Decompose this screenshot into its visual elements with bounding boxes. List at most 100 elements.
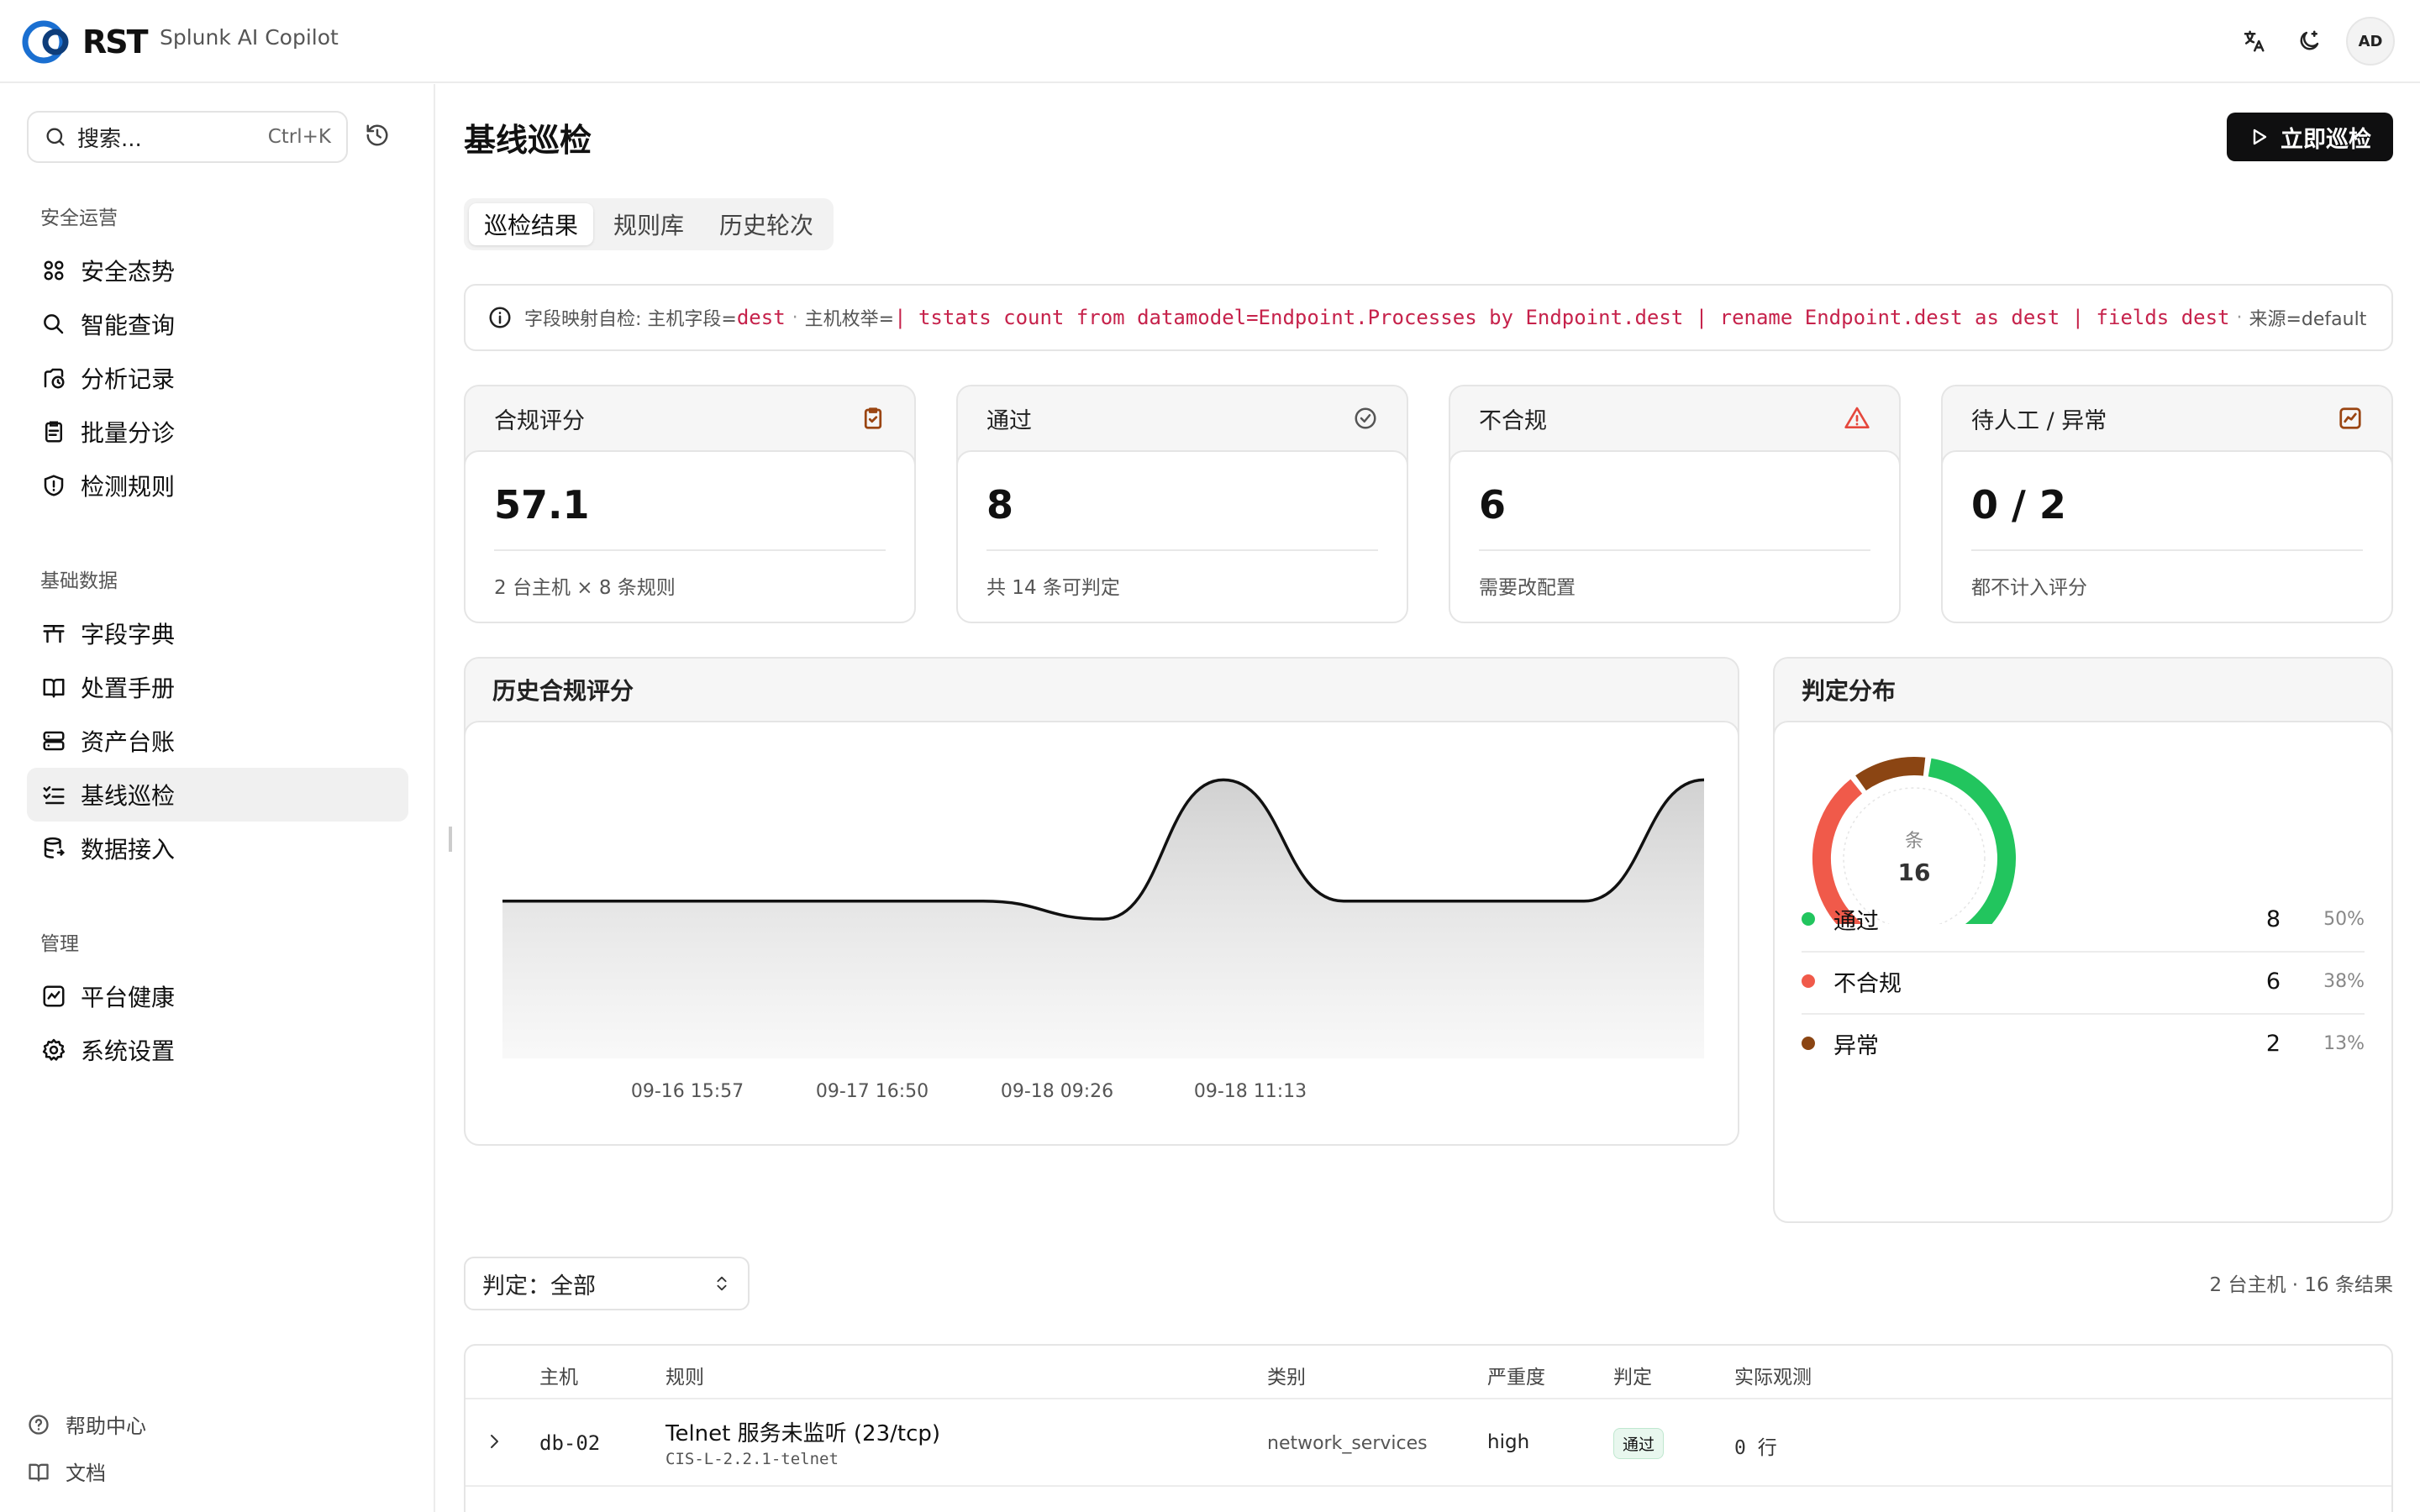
sidebar-item-analysis-records[interactable]: 分析记录 xyxy=(27,351,408,405)
legend-row-pass[interactable]: 通过 8 50% xyxy=(1802,889,2365,949)
tab-inspection-results[interactable]: 巡检结果 xyxy=(469,203,594,245)
col-rule[interactable]: 规则 xyxy=(666,1361,704,1389)
kpi-title: 待人工 / 异常 xyxy=(1971,407,2107,434)
search-input[interactable]: 搜索... Ctrl+K xyxy=(27,111,348,163)
kpi-title: 合规评分 xyxy=(494,407,585,434)
tab-rule-library[interactable]: 规则库 xyxy=(598,203,699,245)
info-source: 来源=default xyxy=(2249,309,2367,330)
legend-count: 2 xyxy=(2265,1030,2281,1057)
search-icon xyxy=(39,309,69,339)
kpi-value: 0 / 2 xyxy=(1971,482,2066,528)
kpi-subtext: 2 台主机 × 8 条规则 xyxy=(494,577,676,599)
cell-severity: high xyxy=(1487,1431,1530,1453)
sidebar-item-playbook[interactable]: 处置手册 xyxy=(27,660,408,714)
logo[interactable]: RST xyxy=(22,18,149,66)
distribution-title: 判定分布 xyxy=(1802,677,1897,705)
sidebar-resize-handle[interactable] xyxy=(449,827,452,852)
history-icon[interactable] xyxy=(365,123,390,151)
avatar[interactable]: AD xyxy=(2346,17,2395,66)
sidebar-item-label: 字段字典 xyxy=(81,621,176,648)
col-observed[interactable]: 实际观测 xyxy=(1734,1361,1812,1389)
logo-text: RST xyxy=(82,24,149,60)
x-tick-label: 09-16 15:57 xyxy=(631,1081,744,1102)
sidebar-item-platform-health[interactable]: 平台健康 xyxy=(27,969,408,1023)
checklist-icon xyxy=(39,780,69,810)
sidebar-item-label: 检测规则 xyxy=(81,473,176,501)
clipboard-check-icon xyxy=(864,407,882,429)
info-prefix: 字段映射自检: 主机字段= xyxy=(524,309,737,330)
info-enum-label: 主机枚举= xyxy=(804,309,895,330)
sidebar-item-data-ingest[interactable]: 数据接入 xyxy=(27,822,408,875)
sidebar-item-baseline-inspection[interactable]: 基线巡检 xyxy=(27,768,408,822)
sidebar-item-asset-ledger[interactable]: 资产台账 xyxy=(27,714,408,768)
help-icon xyxy=(27,1413,54,1436)
run-inspection-label: 立即巡检 xyxy=(2281,126,2371,153)
kpi-value: 57.1 xyxy=(494,482,590,528)
docs-link[interactable]: 文档 xyxy=(27,1457,106,1486)
sidebar-item-label: 基线巡检 xyxy=(81,782,176,810)
info-host-field: dest xyxy=(736,306,786,329)
field-mapping-info: 字段映射自检: 主机字段= dest · 主机枚举= | tstats coun… xyxy=(464,284,2393,351)
sidebar: 搜索... Ctrl+K 安全运营 安全态势 智能查询 分析记录 批量分诊 检测… xyxy=(0,84,435,1512)
chevron-right-icon[interactable] xyxy=(484,1430,504,1457)
col-category[interactable]: 类别 xyxy=(1267,1361,1306,1389)
search-shortcut: Ctrl+K xyxy=(267,126,331,148)
table-header: 主机 规则 类别 严重度 判定 实际观测 xyxy=(466,1346,2391,1399)
logo-mark-icon xyxy=(22,20,69,64)
nav-section-admin: 管理 xyxy=(40,933,79,955)
sidebar-item-label: 系统设置 xyxy=(81,1037,176,1065)
history-score-panel: 历史合规评分 09-16 15:57 09-17 16:50 09-18 09:26… xyxy=(464,657,1739,1146)
col-severity[interactable]: 严重度 xyxy=(1487,1361,1545,1389)
table-row[interactable]: db-02 Telnet 服务未监听 (23/tcp) CIS-L-2.2.1-… xyxy=(466,1399,2391,1487)
history-score-line xyxy=(502,778,1705,921)
kpi-subtext: 需要改配置 xyxy=(1479,577,1576,599)
x-tick-label: 09-17 16:50 xyxy=(816,1081,929,1102)
legend-row-noncompliant[interactable]: 不合规 6 38% xyxy=(1802,951,2365,1011)
sidebar-item-batch-triage[interactable]: 批量分诊 xyxy=(27,405,408,459)
sidebar-item-label: 批量分诊 xyxy=(81,419,176,447)
results-summary: 2 台主机 · 16 条结果 xyxy=(2209,1274,2393,1296)
top-bar: RST Splunk AI Copilot AD xyxy=(0,0,2420,83)
clipboard-icon xyxy=(39,417,69,447)
help-center-link[interactable]: 帮助中心 xyxy=(27,1410,146,1439)
nav-section-security-ops: 安全运营 xyxy=(40,207,118,229)
info-icon xyxy=(489,307,511,328)
trend-icon xyxy=(2339,407,2361,429)
sidebar-item-detection-rules[interactable]: 检测规则 xyxy=(27,459,408,512)
cell-rule-id: CIS-L-2.2.1-telnet xyxy=(666,1450,839,1468)
donut-total: 16 xyxy=(1898,858,1931,886)
database-icon xyxy=(39,833,69,864)
sidebar-item-label: 资产台账 xyxy=(81,728,176,756)
cell-verdict: 通过 xyxy=(1613,1428,1665,1459)
sidebar-item-label: 数据接入 xyxy=(81,836,176,864)
theme-toggle-icon[interactable] xyxy=(2291,17,2328,66)
sidebar-item-system-settings[interactable]: 系统设置 xyxy=(27,1023,408,1077)
sidebar-item-security-posture[interactable]: 安全态势 xyxy=(27,244,408,297)
sidebar-item-label: 分析记录 xyxy=(81,365,176,393)
app-name: Splunk AI Copilot xyxy=(160,25,339,50)
legend-dot xyxy=(1802,1037,1815,1050)
sidebar-item-smart-query[interactable]: 智能查询 xyxy=(27,297,408,351)
cell-host: db-02 xyxy=(539,1431,601,1455)
translate-icon[interactable] xyxy=(2235,17,2272,66)
sidebar-item-field-dictionary[interactable]: 字段字典 xyxy=(27,606,408,660)
sidebar-item-label: 处置手册 xyxy=(81,675,176,702)
legend-count: 6 xyxy=(2265,968,2281,995)
col-verdict[interactable]: 判定 xyxy=(1613,1361,1652,1389)
cell-rule-name: Telnet 服务未监听 (23/tcp) xyxy=(666,1421,941,1446)
search-icon xyxy=(46,128,65,146)
check-circle-icon xyxy=(1355,407,1376,429)
history-score-title: 历史合规评分 xyxy=(492,677,634,705)
legend-percent: 50% xyxy=(2323,908,2365,930)
legend-percent: 13% xyxy=(2323,1032,2365,1054)
run-inspection-button[interactable]: 立即巡检 xyxy=(2227,113,2393,161)
kpi-title: 通过 xyxy=(986,407,1032,434)
legend-dot xyxy=(1802,912,1815,926)
activity-icon xyxy=(39,981,69,1011)
kpi-subtext: 共 14 条可判定 xyxy=(986,577,1120,599)
donut-slice[interactable] xyxy=(1855,757,1926,791)
col-host[interactable]: 主机 xyxy=(539,1361,578,1389)
tab-history-rounds[interactable]: 历史轮次 xyxy=(704,203,829,245)
verdict-filter-select[interactable]: 判定：全部 xyxy=(464,1257,750,1310)
legend-row-exception[interactable]: 异常 2 13% xyxy=(1802,1013,2365,1074)
